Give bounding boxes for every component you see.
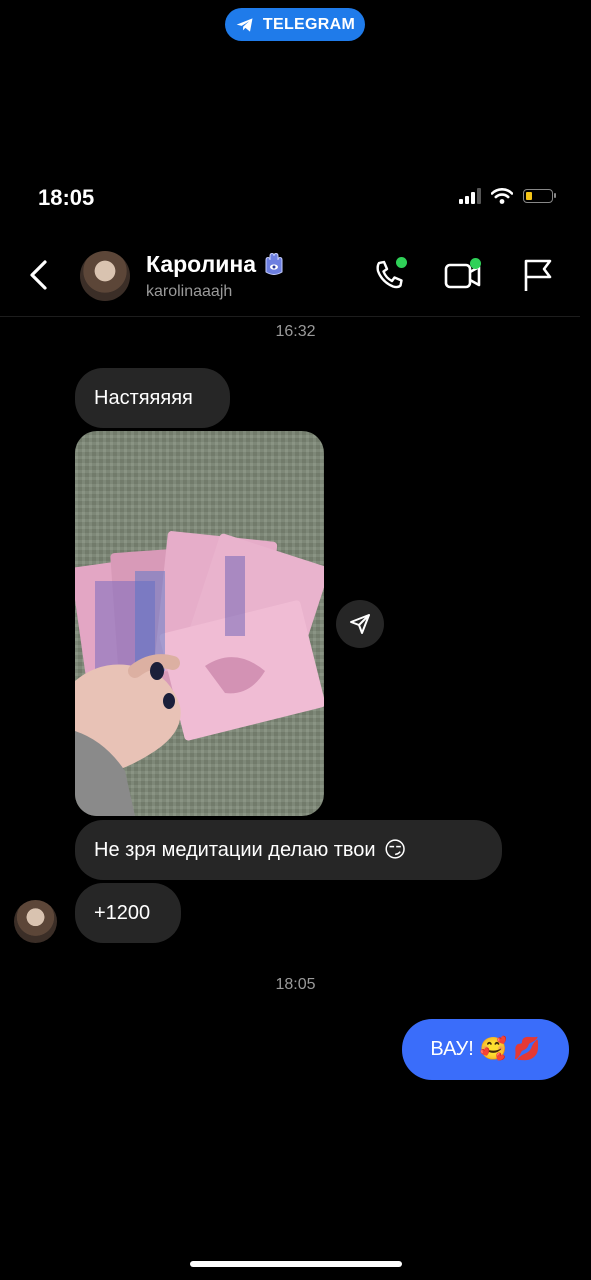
photo-image xyxy=(75,531,324,816)
smirk-emoji: 😏 xyxy=(383,837,407,863)
photo-message[interactable] xyxy=(75,431,324,816)
status-time: 18:05 xyxy=(38,185,95,210)
telegram-badge: TELEGRAM xyxy=(225,8,365,41)
wifi-icon xyxy=(491,188,513,204)
cellular-signal-icon xyxy=(459,188,481,204)
incoming-message[interactable]: Настяяяяя xyxy=(75,368,230,428)
flag-icon xyxy=(524,259,552,291)
home-indicator[interactable] xyxy=(190,1261,402,1267)
header-divider xyxy=(0,316,580,317)
timestamp: 18:05 xyxy=(275,976,316,993)
send-arrow-icon xyxy=(350,614,370,634)
report-flag-button[interactable] xyxy=(520,256,558,294)
contact-name-row[interactable]: Каролина xyxy=(146,250,288,278)
telegram-icon xyxy=(236,17,253,32)
contact-avatar[interactable] xyxy=(80,251,130,301)
telegram-badge-label: TELEGRAM xyxy=(262,15,356,33)
video-online-dot xyxy=(470,258,481,269)
message-sender-avatar[interactable] xyxy=(14,900,57,943)
message-text: Настяяяяя xyxy=(94,386,193,409)
message-text: Не зря медитации делаю твои xyxy=(94,838,376,861)
message-text: +1200 xyxy=(94,901,151,924)
status-icons xyxy=(459,188,556,204)
audio-call-button[interactable] xyxy=(371,256,409,294)
incoming-message[interactable]: +1200 xyxy=(75,883,181,943)
timestamp: 16:32 xyxy=(275,323,316,340)
hamsa-hand-icon xyxy=(265,252,283,275)
video-call-button[interactable] xyxy=(444,256,482,294)
call-online-dot xyxy=(396,257,407,268)
battery-icon xyxy=(523,189,556,203)
battery-level xyxy=(526,192,532,200)
contact-name: Каролина xyxy=(146,250,257,277)
outgoing-message[interactable]: ВАУ! 🥰 💋 xyxy=(402,1019,569,1080)
smiling-hearts-emoji: 🥰 xyxy=(479,1037,508,1062)
message-text: ВАУ! xyxy=(430,1038,474,1060)
share-button[interactable] xyxy=(336,600,384,648)
contact-username: karolinaaajh xyxy=(146,283,233,300)
back-arrow-icon[interactable] xyxy=(24,258,54,292)
kiss-mark-emoji: 💋 xyxy=(513,1037,541,1062)
incoming-message[interactable]: Не зря медитации делаю твои 😏 xyxy=(75,820,502,880)
